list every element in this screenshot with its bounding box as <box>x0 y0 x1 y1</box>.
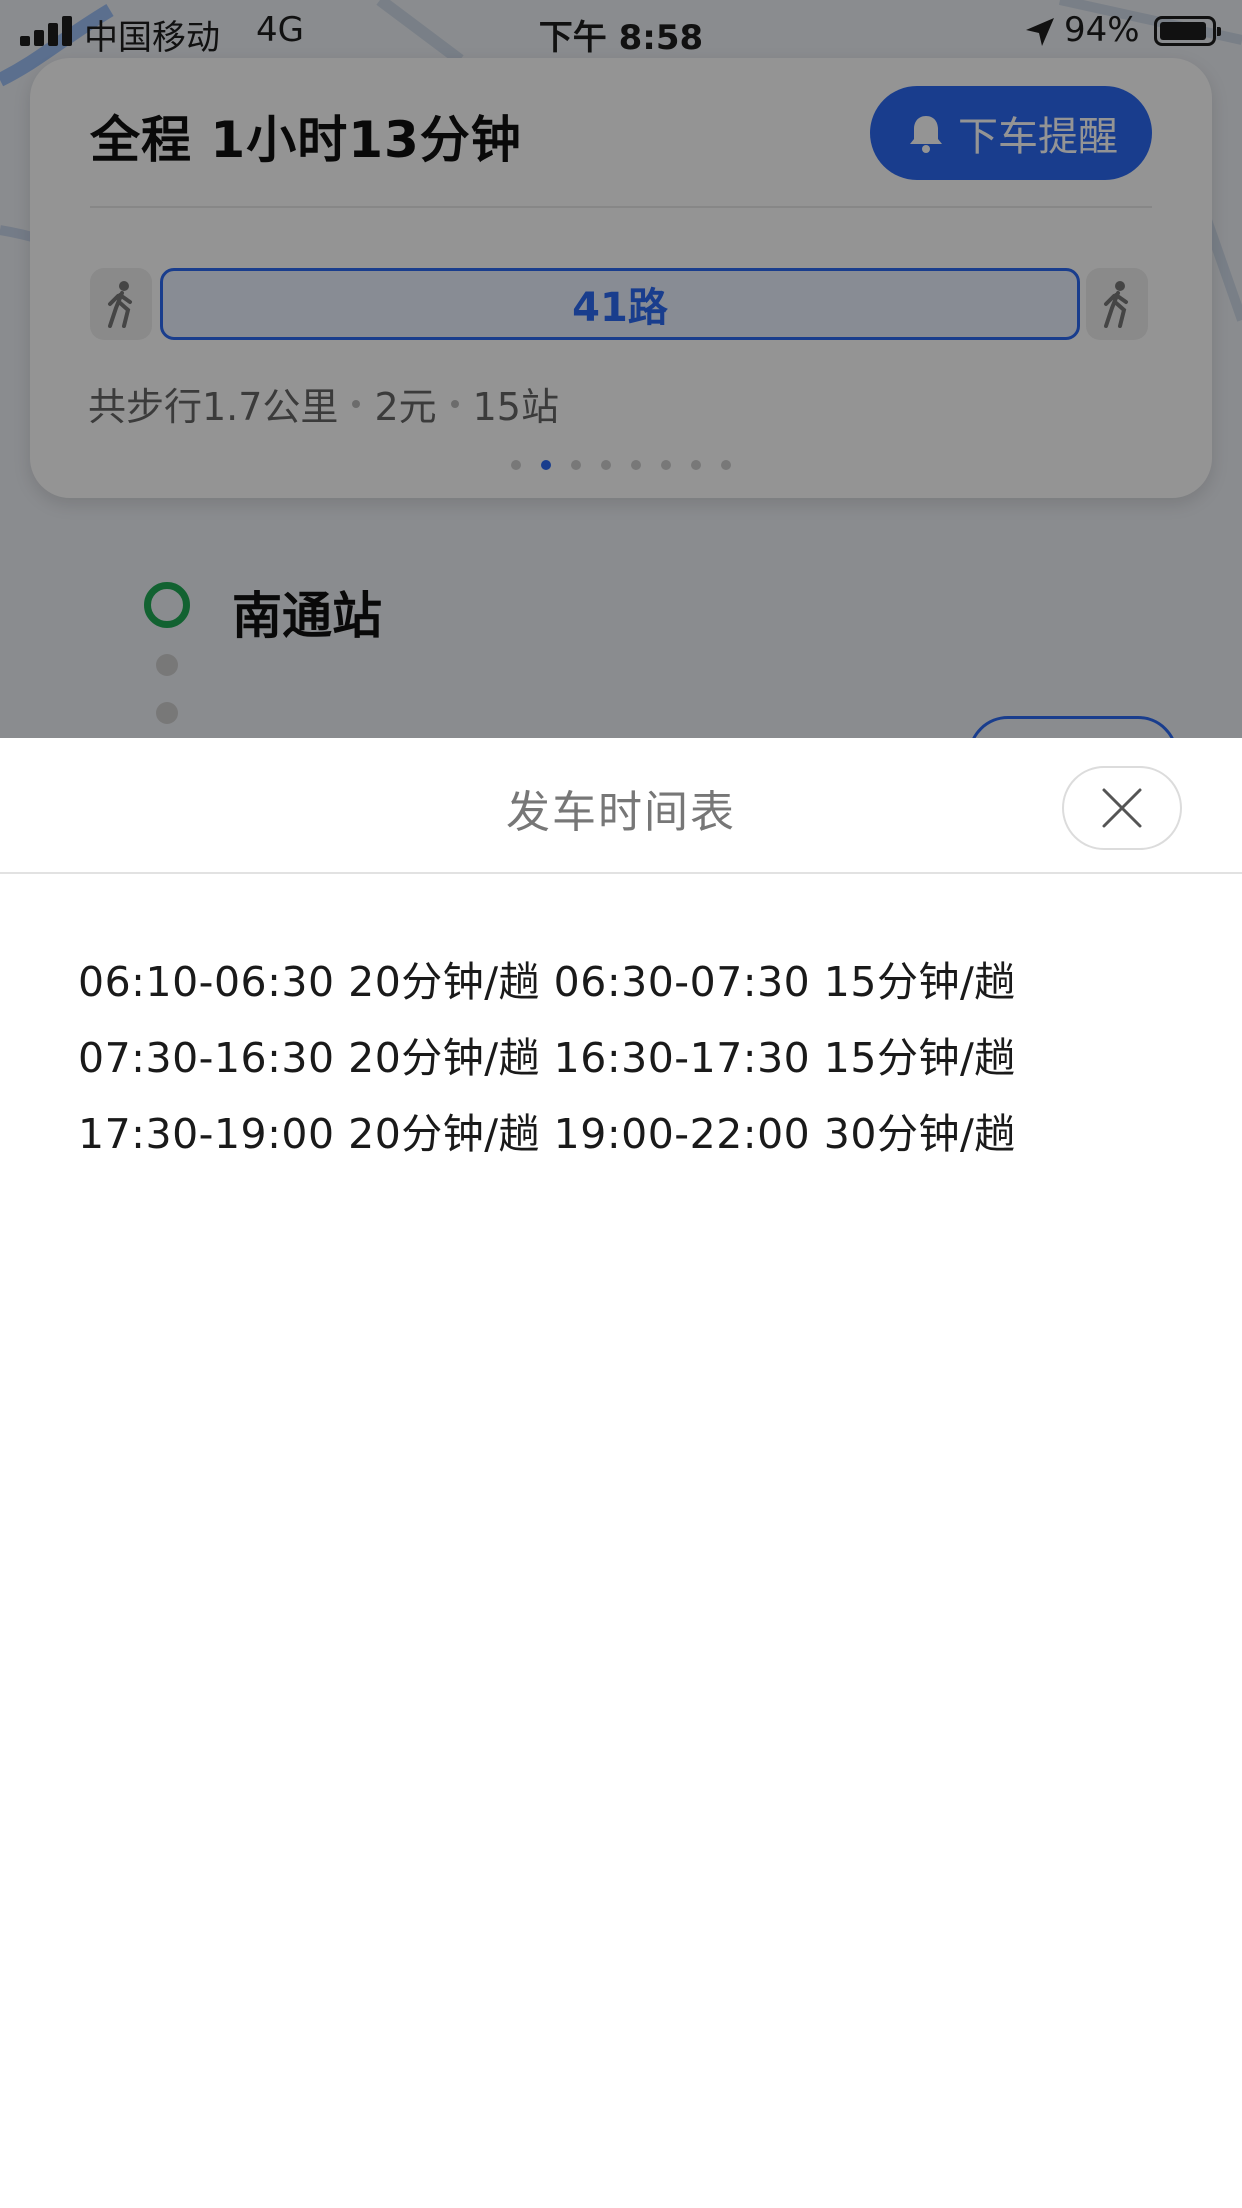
close-button[interactable] <box>1062 766 1182 850</box>
close-icon <box>1102 788 1142 828</box>
timetable-sheet: 发车时间表 06:10-06:30 20分钟/趟 06:30-07:30 15分… <box>0 738 1242 2208</box>
location-arrow-icon <box>1026 18 1054 46</box>
sheet-divider <box>0 872 1242 874</box>
modal-overlay[interactable] <box>0 0 1242 738</box>
battery-icon <box>1154 16 1221 46</box>
schedule-list: 06:10-06:30 20分钟/趟 06:30-07:30 15分钟/趟 07… <box>78 944 1178 1172</box>
schedule-line: 06:10-06:30 20分钟/趟 06:30-07:30 15分钟/趟 <box>78 958 1016 1006</box>
background-route-screen: 中国移动 4G 下午 8:58 94% 全程 1小时13分钟 下车提醒 41路 <box>0 0 1242 738</box>
schedule-line: 07:30-16:30 20分钟/趟 16:30-17:30 15分钟/趟 <box>78 1034 1016 1082</box>
sheet-title: 发车时间表 <box>506 787 736 838</box>
battery-percent: 94% <box>1064 10 1140 50</box>
status-bar: 中国移动 4G 下午 8:58 94% <box>0 0 1242 62</box>
schedule-line: 17:30-19:00 20分钟/趟 19:00-22:00 30分钟/趟 <box>78 1110 1016 1158</box>
